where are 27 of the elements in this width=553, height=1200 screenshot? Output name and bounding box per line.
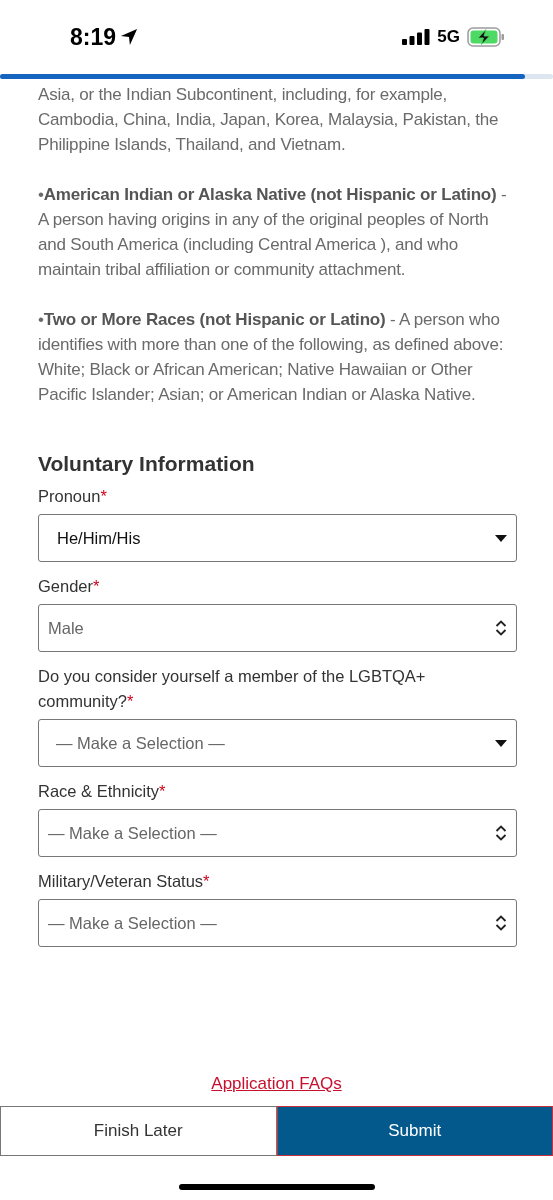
caret-down-icon [495, 739, 507, 747]
dropdown-field[interactable]: He/Him/His [38, 514, 517, 562]
select-field[interactable]: — Make a Selection — [38, 899, 517, 947]
field-label: Gender* [38, 576, 101, 597]
finish-later-button[interactable]: Finish Later [0, 1106, 277, 1156]
body-paragraph: Asia, or the Indian Subcontinent, including, for example, Cambodia, China, India, Japan, Korea, Malaysia, Pakistan, the Philippine Islands, Thailand, and Vietnam. [38, 84, 500, 156]
faq-link[interactable]: Application FAQs [211, 1074, 342, 1094]
field-label: Military/Veteran Status* [38, 871, 211, 892]
caret-down-icon [495, 534, 507, 542]
clock-time: 8:19 [70, 23, 117, 51]
battery-charging-icon [467, 27, 505, 47]
section-heading: Voluntary Information [38, 452, 256, 476]
network-label: 5G [437, 27, 460, 47]
up-down-chevron-icon [495, 825, 507, 841]
body-paragraph: •Two or More Races (not Hispanic or Latino) - A person who identifies with more than one of the following, as defined above: White; Black or African American; Native Hawaiian or Other Pacific Islander; Asian; or American Indian or Alaska Native. [38, 309, 505, 406]
submit-button[interactable]: Submit [276, 1106, 553, 1156]
location-arrow-icon [120, 28, 139, 46]
field-label: Race & Ethnicity* [38, 781, 167, 802]
field-label: Pronoun* [38, 486, 108, 507]
select-field[interactable]: — Make a Selection — [38, 809, 517, 857]
dropdown-field[interactable]: — Make a Selection — [38, 719, 517, 767]
field-label: Do you consider yourself a member of the LGBTQA+ community?* [38, 666, 427, 712]
up-down-chevron-icon [495, 620, 507, 636]
up-down-chevron-icon [495, 915, 507, 931]
body-paragraph: •American Indian or Alaska Native (not Hispanic or Latino) - A person having origins in any of the original peoples of North and South America (including Central America ), and who maintain tribal affiliation or community attachment. [38, 184, 508, 281]
select-field[interactable]: Male [38, 604, 517, 652]
signal-icon [402, 29, 431, 45]
